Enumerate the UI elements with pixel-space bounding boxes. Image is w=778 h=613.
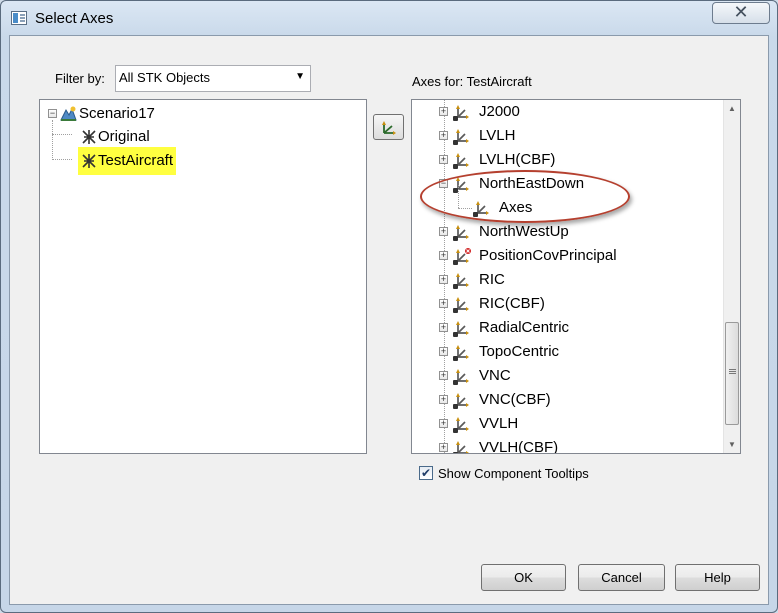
expand-icon[interactable]: +: [439, 227, 448, 236]
add-axes-button[interactable]: [373, 114, 404, 140]
axes-tree-node[interactable]: + LVLH: [412, 125, 722, 147]
axes-tree-node[interactable]: + PositionCovPrincipal: [412, 245, 722, 267]
axes-tree-node-label: RadialCentric: [479, 319, 570, 336]
show-tooltips-checkbox[interactable]: ✔: [419, 466, 433, 480]
vertical-scrollbar[interactable]: ▲ ▼: [723, 100, 740, 453]
tree-node-original[interactable]: Original: [40, 126, 340, 148]
axes-icon: [453, 153, 469, 169]
tree-node-label: Scenario17: [79, 105, 155, 122]
axes-tree-node-label: VVLH: [479, 415, 519, 432]
annotation-ellipse: [420, 170, 630, 223]
axes-tree-node[interactable]: + LVLH(CBF): [412, 149, 722, 171]
tree-node-label: TestAircraft: [98, 152, 174, 169]
axes-tree-node[interactable]: + VNC(CBF): [412, 389, 722, 411]
axes-for-label: Axes for: TestAircraft: [412, 74, 532, 89]
tree-node-testaircraft[interactable]: TestAircraft: [40, 150, 340, 172]
scroll-down-arrow-icon[interactable]: ▼: [724, 436, 740, 453]
filter-label: Filter by:: [55, 71, 105, 86]
axes-tree-node[interactable]: + NorthWestUp: [412, 221, 722, 243]
axes-icon: [453, 105, 469, 121]
expand-icon[interactable]: +: [439, 371, 448, 380]
expand-icon[interactable]: +: [439, 131, 448, 140]
chevron-down-icon: ▼: [295, 71, 305, 82]
expand-icon[interactable]: +: [439, 299, 448, 308]
axes-tree-node[interactable]: + VNC: [412, 365, 722, 387]
axes-tree-node-label: VNC: [479, 367, 511, 384]
scroll-up-arrow-icon[interactable]: ▲: [724, 100, 740, 117]
dialog-body: Filter by: All STK Objects ▼ Axes for: T…: [9, 35, 769, 605]
axes-icon: [453, 273, 469, 289]
axes-tree-node[interactable]: + VVLH(CBF): [412, 437, 722, 454]
expand-icon[interactable]: +: [439, 251, 448, 260]
axes-arrow-icon: [382, 121, 396, 135]
scenario-icon: [60, 106, 77, 121]
expand-icon[interactable]: +: [439, 443, 448, 452]
aircraft-icon: [82, 130, 96, 144]
filter-selected-value: All STK Objects: [119, 70, 211, 85]
axes-tree-node-label: VNC(CBF): [479, 391, 551, 408]
cancel-button[interactable]: Cancel: [578, 564, 665, 591]
scrollbar-thumb[interactable]: [725, 322, 739, 425]
axes-icon: [453, 345, 469, 361]
axes-icon: [453, 129, 469, 145]
axes-tree-node-label: NorthWestUp: [479, 223, 569, 240]
axes-tree-node[interactable]: + RIC: [412, 269, 722, 291]
expand-icon[interactable]: +: [439, 107, 448, 116]
axes-tree-node[interactable]: + RadialCentric: [412, 317, 722, 339]
object-tree[interactable]: − Scenario17 Original TestAircraft: [39, 99, 367, 454]
axes-tree-node-label: RIC: [479, 271, 505, 288]
ok-button[interactable]: OK: [481, 564, 566, 591]
axes-tree-node-label: RIC(CBF): [479, 295, 545, 312]
expand-icon[interactable]: +: [439, 323, 448, 332]
close-button[interactable]: ✕: [712, 2, 770, 24]
aircraft-icon: [82, 154, 96, 168]
axes-tree[interactable]: + J2000 + LVLH + LVLH(CBF) − NorthEastDown Axes +…: [411, 99, 741, 454]
axes-tree-node-label: LVLH(CBF): [479, 151, 556, 168]
collapse-icon[interactable]: −: [48, 109, 57, 118]
axes-icon: [453, 225, 469, 241]
expand-icon[interactable]: +: [439, 395, 448, 404]
filter-dropdown[interactable]: All STK Objects ▼: [115, 65, 311, 92]
axes-tree-node-label: VVLH(CBF): [479, 439, 559, 454]
axes-error-icon: [453, 248, 471, 265]
axes-icon: [453, 417, 469, 433]
axes-icon: [453, 441, 469, 453]
axes-tree-node[interactable]: + TopoCentric: [412, 341, 722, 363]
axes-icon: [453, 321, 469, 337]
axes-tree-node[interactable]: + VVLH: [412, 413, 722, 435]
expand-icon[interactable]: +: [439, 275, 448, 284]
expand-icon[interactable]: +: [439, 155, 448, 164]
window-title: Select Axes: [35, 10, 114, 27]
select-axes-dialog: Select Axes ✕ Filter by: All STK Objects…: [0, 0, 778, 613]
axes-tree-node-label: TopoCentric: [479, 343, 560, 360]
axes-tree-node-label: J2000: [479, 103, 520, 120]
show-tooltips-label: Show Component Tooltips: [438, 466, 589, 481]
help-button[interactable]: Help: [675, 564, 760, 591]
tree-node-scenario[interactable]: − Scenario17: [40, 103, 340, 125]
expand-icon[interactable]: +: [439, 347, 448, 356]
axes-tree-node-label: LVLH: [479, 127, 516, 144]
expand-icon[interactable]: +: [439, 419, 448, 428]
tree-node-label: Original: [98, 128, 150, 145]
axes-icon: [453, 297, 469, 313]
axes-tree-node-label: PositionCovPrincipal: [479, 247, 617, 264]
axes-icon: [453, 369, 469, 385]
axes-tree-node[interactable]: + RIC(CBF): [412, 293, 722, 315]
title-bar: Select Axes ✕: [1, 1, 777, 35]
axes-tree-node[interactable]: + J2000: [412, 101, 722, 123]
window-app-icon: [11, 11, 27, 25]
axes-icon: [453, 393, 469, 409]
